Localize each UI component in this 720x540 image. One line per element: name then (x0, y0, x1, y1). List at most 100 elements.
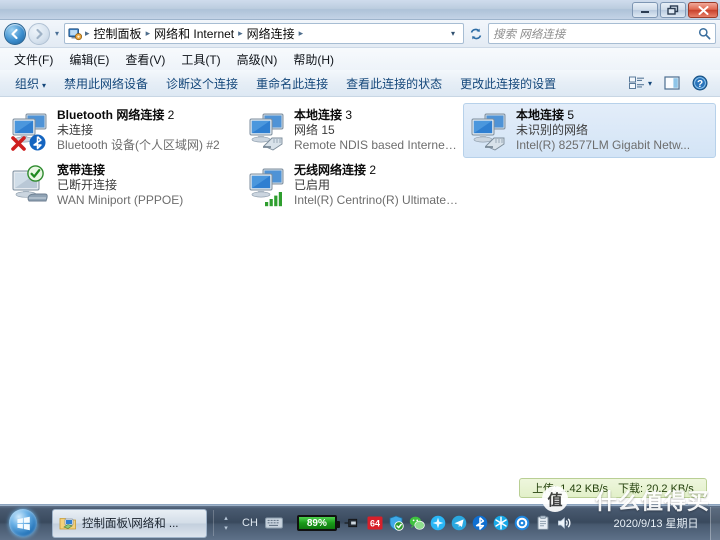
wechat-icon[interactable] (409, 515, 425, 531)
toolbar-diagnose-button[interactable]: 诊断这个连接 (157, 72, 247, 95)
connection-item-local-area-3[interactable]: 本地连接 3 网络 15 Remote NDIS based Internet … (241, 103, 463, 158)
address-bar-row: ▾ ▸ 控制面板 ▸ 网络和 Internet ▸ 网络连接 ▸ ▾ 搜索 网络… (0, 20, 720, 48)
breadcrumb-item-network-connections[interactable]: 网络连接 (244, 25, 298, 42)
wifi-bars-icon (265, 192, 282, 207)
connections-list: Bluetooth 网络连接 2 未连接 Bluetooth 设备(个人区域网)… (0, 98, 720, 504)
menu-advanced[interactable]: 高级(N) (229, 49, 286, 70)
battery-icon: 89% (296, 515, 340, 531)
search-icon[interactable] (698, 27, 711, 40)
breadcrumb-dropdown-button[interactable]: ▾ (445, 29, 461, 38)
title-bar[interactable] (0, 0, 720, 20)
refresh-icon (470, 28, 482, 39)
breadcrumb-sep[interactable]: ▸ (298, 28, 305, 39)
clock[interactable]: 2020/9/13 星期日 (606, 515, 710, 531)
connection-text: Bluetooth 网络连接 2 未连接 Bluetooth 设备(个人区域网)… (55, 108, 220, 153)
network-adapter-icon (246, 108, 292, 154)
chevron-down-icon: ▾ (647, 78, 652, 88)
network-speed-tooltip[interactable]: 上传: 1.42 KB/s 下载: 20.2 KB/s (519, 478, 707, 498)
power-plug-icon[interactable] (344, 517, 359, 529)
connection-name: 无线网络连接 2 (294, 163, 377, 177)
connection-device: Bluetooth 设备(个人区域网) #2 (57, 138, 220, 152)
connection-device: Intel(R) Centrino(R) Ultimate-N... (294, 193, 459, 207)
taskbar-item-network-connections[interactable]: 控制面板\网络和 ... (52, 508, 207, 538)
telegram-icon[interactable] (451, 515, 467, 531)
toolbar-change-settings-button[interactable]: 更改此连接的设置 (451, 72, 565, 95)
toolbar-organize-label: 组织 (15, 76, 40, 91)
toolbar-organize-button[interactable]: 组织 ▾ (6, 72, 55, 95)
window-controls (632, 2, 718, 18)
refresh-button[interactable] (466, 23, 486, 44)
network-adapter-icon (9, 108, 55, 154)
windows-logo-icon (9, 509, 37, 537)
connection-device: Intel(R) 82577LM Gigabit Netw... (516, 138, 691, 152)
forward-button[interactable] (28, 22, 50, 45)
menu-help[interactable]: 帮助(H) (285, 49, 342, 70)
menu-edit[interactable]: 编辑(E) (61, 49, 117, 70)
svg-text:64: 64 (370, 518, 380, 528)
toolbar-preview-pane-button[interactable] (658, 74, 686, 92)
volume-icon[interactable] (556, 515, 572, 531)
clipboard-icon[interactable] (535, 515, 551, 531)
breadcrumb-item-control-panel[interactable]: 控制面板 (91, 25, 145, 42)
back-arrow-icon (11, 28, 18, 39)
ethernet-plug-icon (485, 137, 505, 151)
connection-name: 本地连接 5 (516, 108, 575, 122)
dialup-adapter-icon (9, 163, 55, 209)
connection-item-local-area-5[interactable]: 本地连接 5 未识别的网络 Intel(R) 82577LM Gigabit N… (463, 103, 716, 158)
toolbar-disable-device-button[interactable]: 禁用此网络设备 (55, 72, 157, 95)
ethernet-plug-icon (263, 137, 283, 151)
keyboard-icon[interactable] (264, 517, 283, 529)
close-button[interactable] (688, 2, 718, 18)
search-input[interactable]: 搜索 网络连接 (488, 23, 716, 44)
breadcrumb-item-network-internet[interactable]: 网络和 Internet (151, 25, 237, 42)
network-adapter-icon (246, 163, 292, 209)
taskbar-item-label: 控制面板\网络和 ... (82, 518, 179, 530)
connection-text: 无线网络连接 2 已启用 Intel(R) Centrino(R) Ultima… (292, 163, 459, 208)
taskbar-divider (213, 510, 214, 536)
taskbar: 控制面板\网络和 ... ▴ ▾ CH 89% 64 2020/9/13 星期日 (0, 505, 720, 540)
connection-item-wireless-2[interactable]: 无线网络连接 2 已启用 Intel(R) Centrino(R) Ultima… (241, 158, 463, 213)
connection-text: 本地连接 5 未识别的网络 Intel(R) 82577LM Gigabit N… (514, 108, 690, 153)
64-antivirus-icon[interactable]: 64 (367, 515, 383, 531)
show-desktop-button[interactable] (710, 506, 720, 540)
connection-device: WAN Miniport (PPPOE) (57, 193, 184, 207)
toolbar-help-button[interactable]: ? (686, 73, 714, 93)
breadcrumb[interactable]: ▸ 控制面板 ▸ 网络和 Internet ▸ 网络连接 ▸ ▾ (64, 23, 464, 44)
explorer-network-icon (59, 517, 76, 529)
search-placeholder: 搜索 网络连接 (493, 28, 566, 41)
connection-status: 网络 15 (294, 123, 335, 137)
upload-speed: 上传: 1.42 KB/s (532, 483, 608, 495)
history-dropdown-button[interactable]: ▾ (52, 29, 62, 38)
menu-view[interactable]: 查看(V) (117, 49, 173, 70)
connection-status: 已启用 (294, 178, 331, 192)
bluetooth-icon[interactable] (472, 515, 488, 531)
menu-file[interactable]: 文件(F) (6, 49, 61, 70)
download-speed: 下载: 20.2 KB/s (618, 483, 694, 495)
start-button[interactable] (0, 507, 46, 540)
menu-tools[interactable]: 工具(T) (173, 49, 228, 70)
tray-scroll-buttons[interactable]: ▴ ▾ (220, 515, 232, 532)
back-button[interactable] (4, 22, 26, 45)
ime-indicator[interactable]: CH (232, 517, 293, 529)
settings-gear-icon[interactable] (514, 515, 530, 531)
connection-item-broadband[interactable]: 宽带连接 已断开连接 WAN Miniport (PPPOE) (4, 158, 241, 213)
tray-scroll-up-icon[interactable]: ▴ (224, 515, 228, 522)
restore-button[interactable] (660, 2, 686, 18)
battery-percent: 89% (306, 517, 327, 529)
snowflake-icon[interactable] (493, 515, 509, 531)
connection-item-bluetooth[interactable]: Bluetooth 网络连接 2 未连接 Bluetooth 设备(个人区域网)… (4, 103, 241, 158)
minimize-button[interactable] (632, 2, 658, 18)
nvidia-icon[interactable] (430, 515, 446, 531)
tray-scroll-down-icon[interactable]: ▾ (224, 525, 228, 532)
toolbar-rename-button[interactable]: 重命名此连接 (247, 72, 337, 95)
help-icon: ? (692, 75, 708, 91)
connection-text: 本地连接 3 网络 15 Remote NDIS based Internet … (292, 108, 459, 153)
toolbar-view-options-button[interactable]: ▾ (623, 74, 658, 92)
battery-indicator[interactable]: 89% (293, 515, 363, 531)
bluetooth-icon (29, 134, 46, 151)
toolbar-view-status-button[interactable]: 查看此连接的状态 (337, 72, 451, 95)
svg-text:?: ? (697, 79, 703, 90)
network-adapter-icon (468, 108, 514, 154)
shield-green-icon[interactable] (388, 515, 404, 531)
view-options-icon (628, 76, 644, 89)
